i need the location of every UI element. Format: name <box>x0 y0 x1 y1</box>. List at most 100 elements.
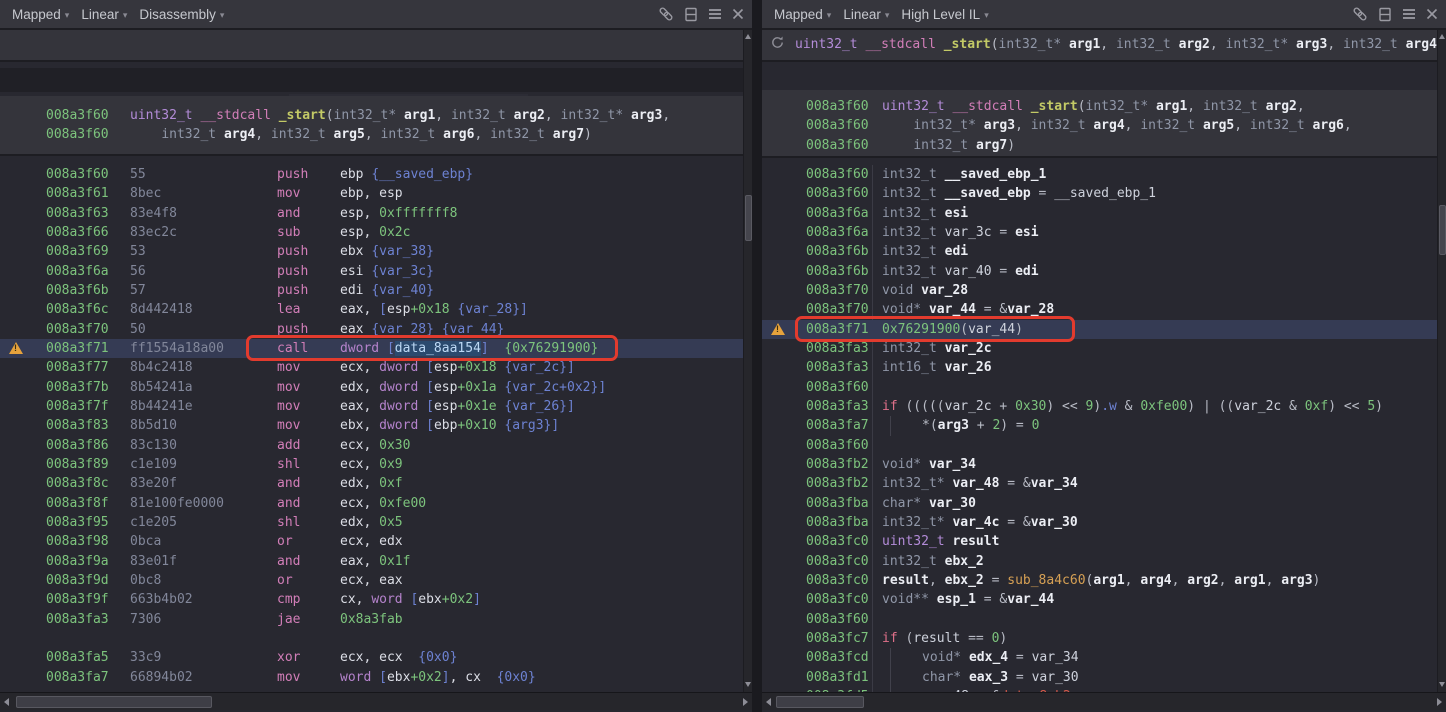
link-icon[interactable] <box>658 6 674 22</box>
disasm-row[interactable]: 008a3f6055pushebp {__saved_ebp} <box>0 165 743 184</box>
hlil-row[interactable]: 008a3f70void var_28 <box>762 281 1437 300</box>
disasm-row[interactable]: 008a3f6c8d442418leaeax, [esp+0x18 {var_2… <box>0 300 743 319</box>
disasm-row[interactable]: 008a3f71ff1554a18a00calldword [data_8aa1… <box>0 339 743 358</box>
disasm-row[interactable]: 008a3f7b8b54241amovedx, dword [esp+0x1a … <box>0 378 743 397</box>
hlil-row[interactable]: 008a3fc0uint32_t result <box>762 532 1437 551</box>
disasm-row[interactable]: 008a3f838b5d10movebx, dword [ebp+0x10 {a… <box>0 416 743 435</box>
token-num: 5 <box>1367 399 1375 414</box>
hlil-row[interactable]: 008a3fa7*(arg3 + 2) = 0 <box>762 416 1437 435</box>
refresh-icon[interactable] <box>770 30 785 60</box>
hlil-row[interactable]: 008a3fc7if (result == 0) <box>762 629 1437 648</box>
hlil-row[interactable]: 008a3fb2int32_t* var_48 = &var_34 <box>762 474 1437 493</box>
hlil-row[interactable]: 008a3fc0result, ebx_2 = sub_8a4c60(arg1,… <box>762 571 1437 590</box>
scrollbar-thumb[interactable] <box>1439 205 1446 255</box>
disasm-row[interactable]: 008a3fa766894b02movword [ebx+0x2], cx {0… <box>0 668 743 687</box>
close-icon[interactable] <box>1426 8 1438 20</box>
horizontal-scrollbar[interactable] <box>762 692 1446 710</box>
view-type-dropdown[interactable]: Disassembly <box>139 7 224 22</box>
hlil-row[interactable]: 008a3f60 <box>762 378 1437 397</box>
scroll-left-arrow[interactable] <box>0 693 14 711</box>
disasm-row[interactable] <box>0 629 743 648</box>
disasm-row[interactable]: 008a3f7f8b44241emoveax, dword [esp+0x1e … <box>0 397 743 416</box>
horizontal-scrollbar[interactable] <box>0 692 752 710</box>
disasm-row[interactable]: 008a3f89c1e109shlecx, 0x9 <box>0 455 743 474</box>
token-reg: edx, <box>340 515 379 530</box>
token-rtype: uint32_t <box>130 108 193 123</box>
hlil-row[interactable]: 008a3f710x76291900(var_44) <box>762 320 1437 339</box>
signature-line[interactable]: 008a3f60 int32_t* arg3, int32_t arg4, in… <box>762 116 1437 135</box>
token-reg: ebx <box>340 244 371 259</box>
scrollbar-thumb[interactable] <box>745 195 752 241</box>
signature-line[interactable]: 008a3f60uint32_t __stdcall _start(int32_… <box>0 106 743 125</box>
menu-icon[interactable] <box>1402 8 1416 20</box>
disasm-row[interactable]: 008a3f618becmovebp, esp <box>0 184 743 203</box>
scroll-right-arrow[interactable] <box>1432 693 1446 711</box>
view-type-dropdown[interactable]: High Level IL <box>901 7 988 22</box>
disasm-row[interactable]: 008a3f8683c130addecx, 0x30 <box>0 436 743 455</box>
split-view-icon[interactable] <box>684 7 698 22</box>
scroll-up-arrow[interactable] <box>1438 32 1446 42</box>
hlil-row[interactable]: 008a3f6bint32_t edi <box>762 242 1437 261</box>
disasm-row[interactable]: 008a3f95c1e205shledx, 0x5 <box>0 513 743 532</box>
hlil-row[interactable]: 008a3f6aint32_t var_3c = esi <box>762 223 1437 242</box>
hlil-row[interactable]: 008a3f70void* var_44 = &var_28 <box>762 300 1437 319</box>
scroll-down-arrow[interactable] <box>744 680 752 690</box>
disasm-row[interactable]: 008a3f8f81e100fe0000andecx, 0xfe00 <box>0 494 743 513</box>
close-icon[interactable] <box>732 8 744 20</box>
hlil-row[interactable]: 008a3fa3int16_t var_26 <box>762 358 1437 377</box>
hlil-row[interactable]: 008a3fc0int32_t ebx_2 <box>762 552 1437 571</box>
vertical-scrollbar[interactable] <box>1437 30 1446 692</box>
hlil-row[interactable]: 008a3fa3if (((((var_2c + 0x30) << 9).w &… <box>762 397 1437 416</box>
token-pl: ( <box>898 631 914 646</box>
disasm-row[interactable]: 008a3f9d0bc8orecx, eax <box>0 571 743 590</box>
hlil-row[interactable]: 008a3f60int32_t __saved_ebp_1 <box>762 165 1437 184</box>
disasm-row[interactable]: 008a3f778b4c2418movecx, dword [esp+0x18 … <box>0 358 743 377</box>
scroll-down-arrow[interactable] <box>1438 680 1446 690</box>
signature-line[interactable]: 008a3f60uint32_t __stdcall _start(int32_… <box>762 97 1437 116</box>
hlil-row[interactable]: 008a3f60 <box>762 610 1437 629</box>
disasm-row[interactable]: 008a3f8c83e20fandedx, 0xf <box>0 474 743 493</box>
disasm-row[interactable]: 008a3fa37306jae0x8a3fab <box>0 610 743 629</box>
byte-row[interactable]: 008a3f56cc cc-cc cc cc cc cc cc cc cc...… <box>0 68 743 92</box>
hlil-row[interactable]: 008a3f6aint32_t esi <box>762 204 1437 223</box>
function-signature[interactable]: uint32_t __stdcall _start(int32_t* arg1,… <box>795 30 1446 60</box>
disasm-row[interactable]: 008a3f9a83e01fandeax, 0x1f <box>0 552 743 571</box>
token-num: 0x1f <box>379 554 410 569</box>
disasm-row[interactable]: 008a3f6383e4f8andesp, 0xfffffff8 <box>0 204 743 223</box>
hlil-row[interactable]: 008a3f60 <box>762 436 1437 455</box>
disasm-row[interactable]: 008a3f9f663b4b02cmpcx, word [ebx+0x2] <box>0 590 743 609</box>
menu-icon[interactable] <box>708 8 722 20</box>
hlil-row[interactable]: 008a3fd1char* eax_3 = var_30 <box>762 668 1437 687</box>
split-view-icon[interactable] <box>1378 7 1392 22</box>
disasm-row[interactable]: 008a3f6b57pushedi {var_40} <box>0 281 743 300</box>
disasm-row[interactable]: 008a3f7050pusheax {var_28} {var_44} <box>0 320 743 339</box>
vertical-scrollbar[interactable] <box>743 30 752 692</box>
linear-dropdown[interactable]: Linear <box>81 7 127 22</box>
scroll-left-arrow[interactable] <box>762 693 776 711</box>
hlil-row[interactable]: 008a3fb2void* var_34 <box>762 455 1437 474</box>
scroll-right-arrow[interactable] <box>738 693 752 711</box>
hlil-row[interactable]: 008a3f6bint32_t var_40 = edi <box>762 262 1437 281</box>
hlil-row[interactable]: 008a3fbaint32_t* var_4c = &var_30 <box>762 513 1437 532</box>
hlil-row[interactable]: 008a3fc0void** esp_1 = &var_44 <box>762 590 1437 609</box>
disasm-row[interactable]: 008a3fa533c9xorecx, ecx {0x0} <box>0 648 743 667</box>
disasm-row[interactable]: 008a3f6683ec2csubesp, 0x2c <box>0 223 743 242</box>
scrollbar-thumb[interactable] <box>16 696 212 708</box>
disasm-row[interactable]: 008a3f6953pushebx {var_38} <box>0 242 743 261</box>
signature-line[interactable]: 008a3f60 int32_t arg7) <box>762 136 1437 155</box>
hlil-row[interactable]: 008a3fbachar* var_30 <box>762 494 1437 513</box>
disasm-row[interactable]: 008a3f980bcaorecx, edx <box>0 532 743 551</box>
instruction-bytes: 0bca <box>130 532 277 551</box>
signature-line[interactable]: 008a3f60 int32_t arg4, int32_t arg5, int… <box>0 125 743 144</box>
scroll-up-arrow[interactable] <box>744 32 752 42</box>
mapped-dropdown[interactable]: Mapped <box>12 7 69 22</box>
scrollbar-thumb[interactable] <box>776 696 864 708</box>
link-icon[interactable] <box>1352 6 1368 22</box>
linear-dropdown[interactable]: Linear <box>843 7 889 22</box>
disasm-row[interactable]: 008a3f6a56pushesi {var_3c} <box>0 262 743 281</box>
address: 008a3f61 <box>46 184 130 203</box>
hlil-row[interactable]: 008a3fcdvoid* edx_4 = var_34 <box>762 648 1437 667</box>
mapped-dropdown[interactable]: Mapped <box>774 7 831 22</box>
hlil-row[interactable]: 008a3fa3int32_t var_2c <box>762 339 1437 358</box>
hlil-row[interactable]: 008a3f60int32_t __saved_ebp = __saved_eb… <box>762 184 1437 203</box>
